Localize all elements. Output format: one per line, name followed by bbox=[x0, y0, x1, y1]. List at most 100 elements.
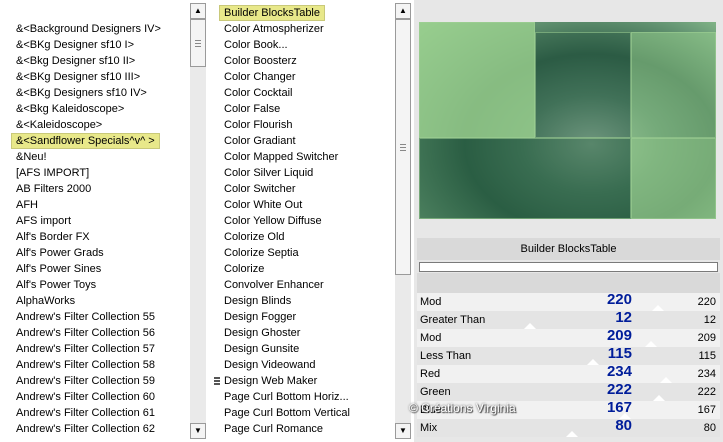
filter-item[interactable]: Color Atmospherizer bbox=[211, 21, 395, 37]
filter-item[interactable]: Color Changer bbox=[211, 69, 395, 85]
category-item[interactable]: AFS import bbox=[0, 213, 190, 229]
category-item[interactable]: Andrew's Filter Collection 56 bbox=[0, 325, 190, 341]
category-item[interactable]: &<Sandflower Specials^v^ > bbox=[0, 133, 190, 149]
category-item[interactable]: Andrew's Filter Collection 61 bbox=[0, 405, 190, 421]
category-item[interactable]: &<Bkg Kaleidoscope> bbox=[0, 101, 190, 117]
filter-item[interactable]: Design Gunsite bbox=[211, 341, 395, 357]
parameter-row[interactable]: Green 222 222 bbox=[417, 381, 720, 401]
parameter-value[interactable]: 220 bbox=[607, 291, 632, 309]
scroll-down-icon[interactable]: ▼ bbox=[395, 423, 411, 439]
category-item[interactable]: Alf's Border FX bbox=[0, 229, 190, 245]
grip-icon bbox=[400, 144, 406, 151]
filter-item[interactable]: Page Curl Bottom Horiz... bbox=[211, 389, 395, 405]
filter-item[interactable]: Colorize bbox=[211, 261, 395, 277]
category-item[interactable]: &<Bkg Designer sf10 II> bbox=[0, 53, 190, 69]
filter-item[interactable]: Color Mapped Switcher bbox=[211, 149, 395, 165]
scroll-thumb[interactable] bbox=[190, 19, 206, 67]
preview-block bbox=[419, 138, 631, 219]
filter-item-label: Builder BlocksTable bbox=[219, 5, 325, 21]
filter-item[interactable]: Design Web Maker bbox=[211, 373, 395, 389]
parameter-value[interactable]: 12 bbox=[615, 309, 632, 327]
filter-item-label: Color Silver Liquid bbox=[224, 167, 314, 179]
parameter-row[interactable]: Mod 209 209 bbox=[417, 327, 720, 347]
parameter-value[interactable]: 115 bbox=[608, 345, 632, 363]
filter-item[interactable]: Page Curl Romance bbox=[211, 421, 395, 437]
filter-item[interactable]: Color White Out bbox=[211, 197, 395, 213]
category-item-label: &<BKg Designers sf10 IV> bbox=[16, 87, 147, 99]
category-item[interactable]: Andrew's Filter Collection 58 bbox=[0, 357, 190, 373]
parameter-value[interactable]: 80 bbox=[615, 417, 632, 435]
category-item[interactable]: AFH bbox=[0, 197, 190, 213]
filter-item[interactable]: Color Yellow Diffuse bbox=[211, 213, 395, 229]
parameter-value[interactable]: 234 bbox=[607, 363, 632, 381]
scroll-up-icon[interactable]: ▲ bbox=[190, 3, 206, 19]
category-item[interactable]: &<Kaleidoscope> bbox=[0, 117, 190, 133]
parameter-row[interactable]: Less Than 115 115 bbox=[417, 345, 720, 365]
category-item[interactable]: Andrew's Filter Collection 60 bbox=[0, 389, 190, 405]
category-item-label: Andrew's Filter Collection 62 bbox=[16, 423, 156, 435]
filter-item[interactable]: Design Videowand bbox=[211, 357, 395, 373]
category-item[interactable]: Alf's Power Toys bbox=[0, 277, 190, 293]
parameter-row[interactable]: Mix 80 80 bbox=[417, 417, 720, 437]
filter-item[interactable]: Color Switcher bbox=[211, 181, 395, 197]
category-item[interactable]: AB Filters 2000 bbox=[0, 181, 190, 197]
category-item[interactable]: Andrew's Filter Collection 55 bbox=[0, 309, 190, 325]
category-item[interactable]: Andrew's Filter Collection 57 bbox=[0, 341, 190, 357]
category-item-label: Alf's Border FX bbox=[16, 231, 90, 243]
parameter-row[interactable]: Red 234 234 bbox=[417, 363, 720, 383]
category-item[interactable]: &<BKg Designer sf10 I> bbox=[0, 37, 190, 53]
filter-item[interactable]: Color Silver Liquid bbox=[211, 165, 395, 181]
filter-item[interactable]: Color Flourish bbox=[211, 117, 395, 133]
filter-item-label: Page Curl Romance bbox=[224, 423, 324, 435]
filter-item-label: Color Atmospherizer bbox=[224, 23, 324, 35]
category-item-label: AFS import bbox=[16, 215, 72, 227]
filter-item[interactable]: Builder BlocksTable bbox=[211, 5, 395, 21]
category-list-scrollbar[interactable]: ▲ ▼ bbox=[190, 3, 206, 439]
filter-item[interactable]: Convolver Enhancer bbox=[211, 277, 395, 293]
slider-marker-icon[interactable] bbox=[565, 431, 578, 437]
filter-item-label: Color False bbox=[224, 103, 281, 115]
filter-item[interactable]: Design Blinds bbox=[211, 293, 395, 309]
parameter-value-small: 220 bbox=[697, 296, 716, 308]
parameter-value[interactable]: 167 bbox=[607, 399, 632, 417]
parameter-value[interactable]: 209 bbox=[607, 327, 632, 345]
filter-item[interactable]: Colorize Old bbox=[211, 229, 395, 245]
filter-item[interactable]: Color Boosterz bbox=[211, 53, 395, 69]
scroll-down-icon[interactable]: ▼ bbox=[190, 423, 206, 439]
parameter-row[interactable]: Mod 220 220 bbox=[417, 291, 720, 311]
filter-list[interactable]: Builder BlocksTable Color Atmospherizer Co… bbox=[211, 5, 395, 437]
parameter-value[interactable]: 222 bbox=[607, 381, 632, 399]
category-item[interactable]: &<Background Designers IV> bbox=[0, 21, 190, 37]
filter-item-label: Color White Out bbox=[224, 199, 303, 211]
category-item[interactable]: &Neu! bbox=[0, 149, 190, 165]
parameter-row[interactable]: Greater Than 12 12 bbox=[417, 309, 720, 329]
category-item[interactable]: AlphaWorks bbox=[0, 293, 190, 309]
category-item[interactable]: Andrew's Filter Collection 59 bbox=[0, 373, 190, 389]
category-item[interactable]: [AFS IMPORT] bbox=[0, 165, 190, 181]
parameter-label: Greater Than bbox=[420, 314, 486, 326]
filter-item-label: Design Gunsite bbox=[224, 343, 300, 355]
filter-item[interactable]: Design Fogger bbox=[211, 309, 395, 325]
filter-item[interactable]: Color False bbox=[211, 101, 395, 117]
drag-grip-icon bbox=[214, 377, 220, 385]
filter-item[interactable]: Design Ghoster bbox=[211, 325, 395, 341]
category-item-label: Andrew's Filter Collection 55 bbox=[16, 311, 156, 323]
category-item[interactable]: Alf's Power Grads bbox=[0, 245, 190, 261]
category-item[interactable]: &<BKg Designers sf10 IV> bbox=[0, 85, 190, 101]
category-list[interactable]: &<Background Designers IV> &<BKg Designer… bbox=[0, 21, 190, 437]
filter-item[interactable]: Page Curl Bottom Vertical bbox=[211, 405, 395, 421]
category-item[interactable]: Alf's Power Sines bbox=[0, 261, 190, 277]
scroll-up-icon[interactable]: ▲ bbox=[395, 3, 411, 19]
filter-item[interactable]: Color Cocktail bbox=[211, 85, 395, 101]
selected-filter-title: Builder BlocksTable bbox=[417, 238, 720, 260]
filter-list-scrollbar[interactable]: ▲ ▼ bbox=[395, 3, 411, 439]
scroll-thumb[interactable] bbox=[395, 19, 411, 275]
category-item[interactable]: &<BKg Designer sf10 III> bbox=[0, 69, 190, 85]
category-item[interactable]: Andrew's Filter Collection 62 bbox=[0, 421, 190, 437]
filter-item[interactable]: Color Book... bbox=[211, 37, 395, 53]
parameter-header bbox=[417, 273, 720, 293]
watermark: © Créations Virginia bbox=[409, 401, 516, 415]
parameter-value-small: 12 bbox=[703, 314, 716, 326]
filter-item[interactable]: Colorize Septia bbox=[211, 245, 395, 261]
filter-item[interactable]: Color Gradiant bbox=[211, 133, 395, 149]
